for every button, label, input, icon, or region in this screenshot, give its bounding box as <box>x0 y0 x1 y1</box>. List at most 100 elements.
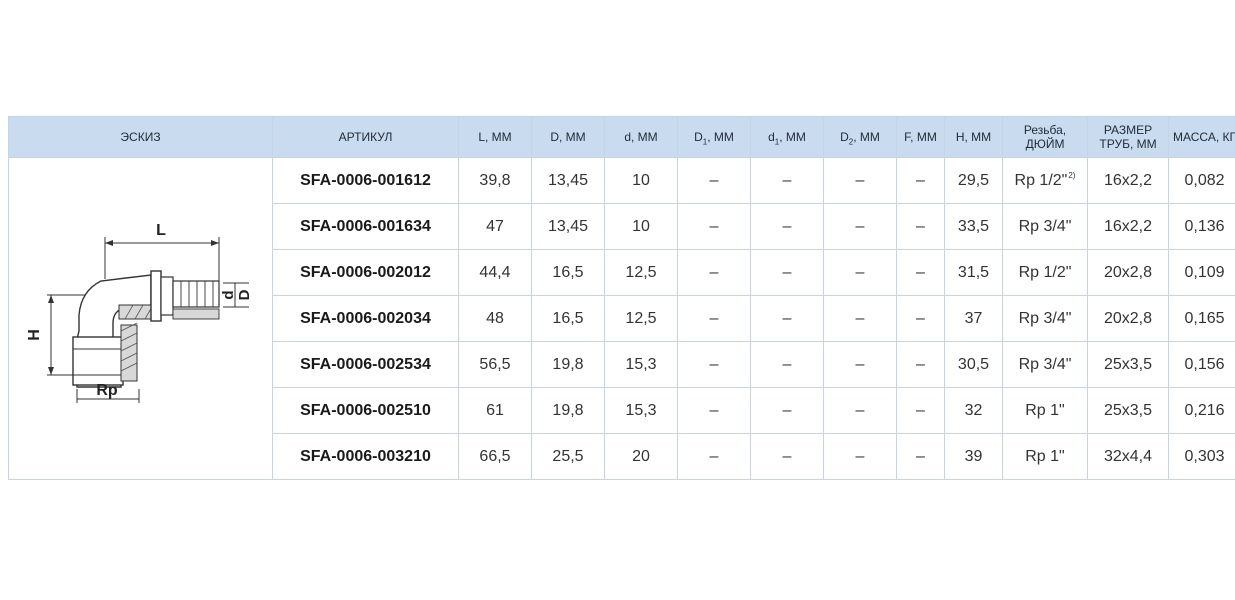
cell-mass: 0,165 <box>1168 295 1235 342</box>
cell-thread: Rp 3/4" <box>1002 203 1088 250</box>
cell-D: 13,45 <box>531 203 605 250</box>
cell-thread-value: Rp 3/4" <box>1018 355 1072 373</box>
cell-F: – <box>896 157 945 204</box>
cell-thread: Rp 1/2"2) <box>1002 157 1088 204</box>
cell-D: 25,5 <box>531 433 605 480</box>
header-D1-main: D <box>694 130 703 144</box>
header-L: L, ММ <box>458 116 532 158</box>
cell-thread-value: Rp 1" <box>1025 401 1065 419</box>
cell-D: 16,5 <box>531 295 605 342</box>
cell-F: – <box>896 295 945 342</box>
cell-F: – <box>896 249 945 296</box>
cell-d: 15,3 <box>604 387 678 434</box>
cell-H: 32 <box>944 387 1003 434</box>
cell-L: 39,8 <box>458 157 532 204</box>
cell-article: SFA-0006-002012 <box>272 249 459 296</box>
header-D: D, ММ <box>531 116 605 158</box>
header-d: d, ММ <box>604 116 678 158</box>
cell-d: 12,5 <box>604 295 678 342</box>
cell-thread-value: Rp 3/4" <box>1018 217 1072 235</box>
cell-D1: – <box>677 295 751 342</box>
cell-thread: Rp 3/4" <box>1002 295 1088 342</box>
cell-d: 12,5 <box>604 249 678 296</box>
header-H: H, ММ <box>944 116 1003 158</box>
cell-d1: – <box>750 249 824 296</box>
cell-pipe: 20x2,8 <box>1087 295 1169 342</box>
cell-article: SFA-0006-002534 <box>272 341 459 388</box>
cell-D2: – <box>823 387 897 434</box>
cell-F: – <box>896 387 945 434</box>
cell-F: – <box>896 341 945 388</box>
header-D1-unit: , ММ <box>707 130 734 144</box>
cell-pipe: 32x4,4 <box>1087 433 1169 480</box>
footnote-marker: 2) <box>1068 171 1076 181</box>
header-thread-line2: ДЮЙМ <box>1025 137 1065 151</box>
cell-d1: – <box>750 203 824 250</box>
header-D2: D2, ММ <box>823 116 897 158</box>
cell-mass: 0,082 <box>1168 157 1235 204</box>
cell-article: SFA-0006-002034 <box>272 295 459 342</box>
cell-d1: – <box>750 341 824 388</box>
cell-d1: – <box>750 295 824 342</box>
cell-d: 10 <box>604 157 678 204</box>
cell-D2: – <box>823 295 897 342</box>
cell-article: SFA-0006-003210 <box>272 433 459 480</box>
cell-D2: – <box>823 433 897 480</box>
cell-thread: Rp 1/2" <box>1002 249 1088 296</box>
cell-pipe: 16x2,2 <box>1087 203 1169 250</box>
cell-H: 30,5 <box>944 341 1003 388</box>
sketch-label-d: d <box>220 290 237 299</box>
cell-thread: Rp 1" <box>1002 387 1088 434</box>
cell-thread-value: Rp 3/4" <box>1018 309 1072 327</box>
cell-L: 44,4 <box>458 249 532 296</box>
cell-D2: – <box>823 203 897 250</box>
cell-pipe: 25x3,5 <box>1087 387 1169 434</box>
sketch-label-Rp: Rp <box>96 382 118 399</box>
header-d1-unit: , ММ <box>779 130 806 144</box>
cell-thread-value: Rp 1/2" <box>1014 171 1068 189</box>
cell-L: 47 <box>458 203 532 250</box>
cell-D1: – <box>677 387 751 434</box>
cell-pipe: 16x2,2 <box>1087 157 1169 204</box>
cell-thread: Rp 1" <box>1002 433 1088 480</box>
cell-article: SFA-0006-002510 <box>272 387 459 434</box>
header-d1: d1, ММ <box>750 116 824 158</box>
cell-D2: – <box>823 249 897 296</box>
cell-D1: – <box>677 341 751 388</box>
cell-F: – <box>896 433 945 480</box>
cell-d: 20 <box>604 433 678 480</box>
cell-d1: – <box>750 157 824 204</box>
spec-table: ЭСКИЗ АРТИКУЛ L, ММ D, ММ d, ММ D1, ММ d… <box>8 116 1235 480</box>
header-thread: Резьба, ДЮЙМ <box>1002 116 1088 158</box>
cell-L: 66,5 <box>458 433 532 480</box>
cell-L: 48 <box>458 295 532 342</box>
cell-d: 10 <box>604 203 678 250</box>
cell-F: – <box>896 203 945 250</box>
cell-d: 15,3 <box>604 341 678 388</box>
cell-D1: – <box>677 433 751 480</box>
header-pipe-line1: РАЗМЕР <box>1103 123 1153 137</box>
cell-d1: – <box>750 387 824 434</box>
cell-H: 37 <box>944 295 1003 342</box>
cell-D1: – <box>677 157 751 204</box>
header-sketch: ЭСКИЗ <box>8 116 273 158</box>
cell-thread-value: Rp 1" <box>1025 447 1065 465</box>
header-D1: D1, ММ <box>677 116 751 158</box>
elbow-fitting-drawing: L H d D Rp <box>26 222 253 403</box>
cell-D1: – <box>677 249 751 296</box>
header-thread-line1: Резьба, <box>1023 123 1067 137</box>
cell-mass: 0,109 <box>1168 249 1235 296</box>
cell-pipe: 20x2,8 <box>1087 249 1169 296</box>
table-header-row: ЭСКИЗ АРТИКУЛ L, ММ D, ММ d, ММ D1, ММ d… <box>8 116 1235 158</box>
cell-H: 31,5 <box>944 249 1003 296</box>
sketch-label-H: H <box>26 329 43 341</box>
header-pipe: РАЗМЕР ТРУБ, ММ <box>1087 116 1169 158</box>
header-article: АРТИКУЛ <box>272 116 459 158</box>
sketch-cell: L H d D Rp <box>8 157 273 480</box>
cell-D: 13,45 <box>531 157 605 204</box>
header-d1-main: d <box>768 130 775 144</box>
cell-D: 19,8 <box>531 341 605 388</box>
cell-L: 56,5 <box>458 341 532 388</box>
cell-article: SFA-0006-001634 <box>272 203 459 250</box>
header-F: F, ММ <box>896 116 945 158</box>
